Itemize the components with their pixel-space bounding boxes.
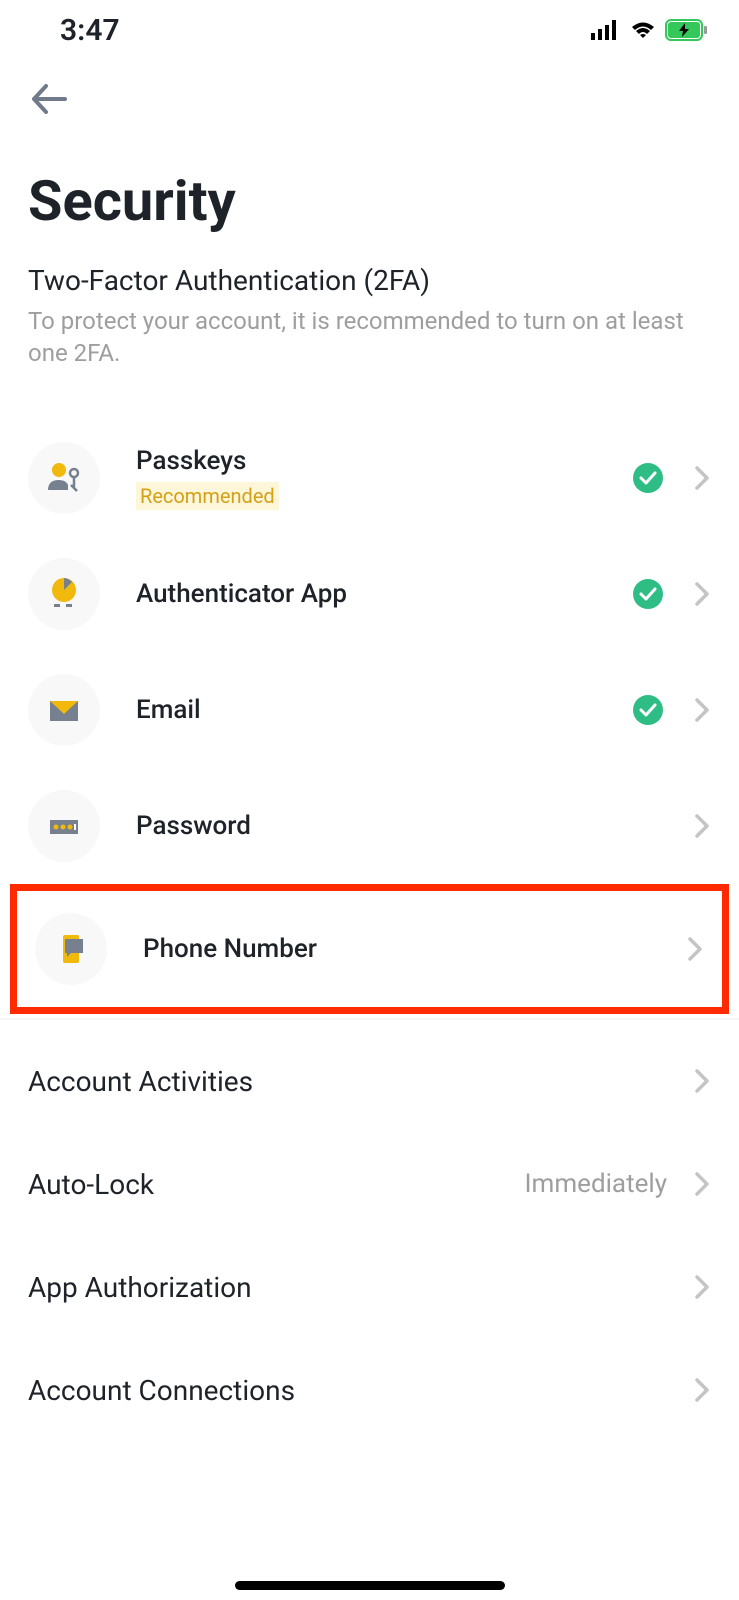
settings-list: Account Activities Auto-Lock Immediately…: [0, 1030, 739, 1442]
authenticator-icon: [44, 574, 84, 614]
item-label: Account Connections: [28, 1374, 693, 1407]
item-label: Authenticator App: [136, 579, 633, 609]
section-title: Two-Factor Authentication (2FA): [28, 264, 711, 297]
password-icon-circle: [28, 790, 100, 862]
phone-icon-circle: [35, 913, 107, 985]
page-title: Security: [0, 138, 739, 264]
check-icon: [633, 695, 663, 725]
passkeys-icon-circle: [28, 442, 100, 514]
section-description: To protect your account, it is recommend…: [28, 305, 711, 370]
status-bar: 3:47: [0, 0, 739, 60]
item-text: Email: [136, 695, 633, 725]
chevron-right-icon: [693, 812, 711, 840]
status-time: 3:47: [60, 13, 120, 48]
item-label: Password: [136, 811, 693, 841]
item-label: Account Activities: [28, 1065, 693, 1098]
battery-icon: [665, 19, 709, 41]
status-icons: [591, 19, 709, 41]
chevron-right-icon: [693, 696, 711, 724]
item-label: App Authorization: [28, 1271, 693, 1304]
item-text: Authenticator App: [136, 579, 633, 609]
tfa-list: Passkeys Recommended Authenticator App: [0, 420, 739, 1014]
list-item-email[interactable]: Email: [0, 652, 739, 768]
arrow-left-icon: [31, 84, 67, 114]
item-text: Phone Number: [143, 934, 686, 964]
nav-bar: [0, 60, 739, 138]
item-label: Email: [136, 695, 633, 725]
chevron-right-icon: [693, 1376, 711, 1404]
list-item-auto-lock[interactable]: Auto-Lock Immediately: [0, 1133, 739, 1236]
chevron-right-icon: [693, 580, 711, 608]
item-text: Passkeys Recommended: [136, 446, 633, 510]
list-item-authenticator[interactable]: Authenticator App: [0, 536, 739, 652]
check-icon: [633, 463, 663, 493]
email-icon-circle: [28, 674, 100, 746]
chevron-right-icon: [686, 935, 704, 963]
back-button[interactable]: [30, 80, 68, 118]
list-item-passkeys[interactable]: Passkeys Recommended: [0, 420, 739, 536]
section-header-2fa: Two-Factor Authentication (2FA) To prote…: [0, 264, 739, 370]
list-item-app-authorization[interactable]: App Authorization: [0, 1236, 739, 1339]
chevron-right-icon: [693, 1273, 711, 1301]
passkey-icon: [44, 458, 84, 498]
email-icon: [44, 690, 84, 730]
item-label: Phone Number: [143, 934, 686, 964]
chevron-right-icon: [693, 464, 711, 492]
home-indicator[interactable]: [235, 1581, 505, 1590]
check-icon: [633, 579, 663, 609]
list-item-account-activities[interactable]: Account Activities: [0, 1030, 739, 1133]
phone-icon: [51, 929, 91, 969]
item-label: Passkeys: [136, 446, 633, 476]
item-text: Password: [136, 811, 693, 841]
chevron-right-icon: [693, 1170, 711, 1198]
wifi-icon: [629, 20, 657, 40]
password-icon: [44, 806, 84, 846]
item-value: Immediately: [524, 1169, 667, 1199]
item-label: Auto-Lock: [28, 1168, 524, 1201]
divider: [0, 1018, 739, 1020]
recommended-badge: Recommended: [136, 482, 279, 510]
list-item-phone-number[interactable]: Phone Number: [10, 884, 729, 1014]
authenticator-icon-circle: [28, 558, 100, 630]
list-item-password[interactable]: Password: [0, 768, 739, 884]
chevron-right-icon: [693, 1067, 711, 1095]
list-item-account-connections[interactable]: Account Connections: [0, 1339, 739, 1442]
cellular-icon: [591, 20, 621, 40]
